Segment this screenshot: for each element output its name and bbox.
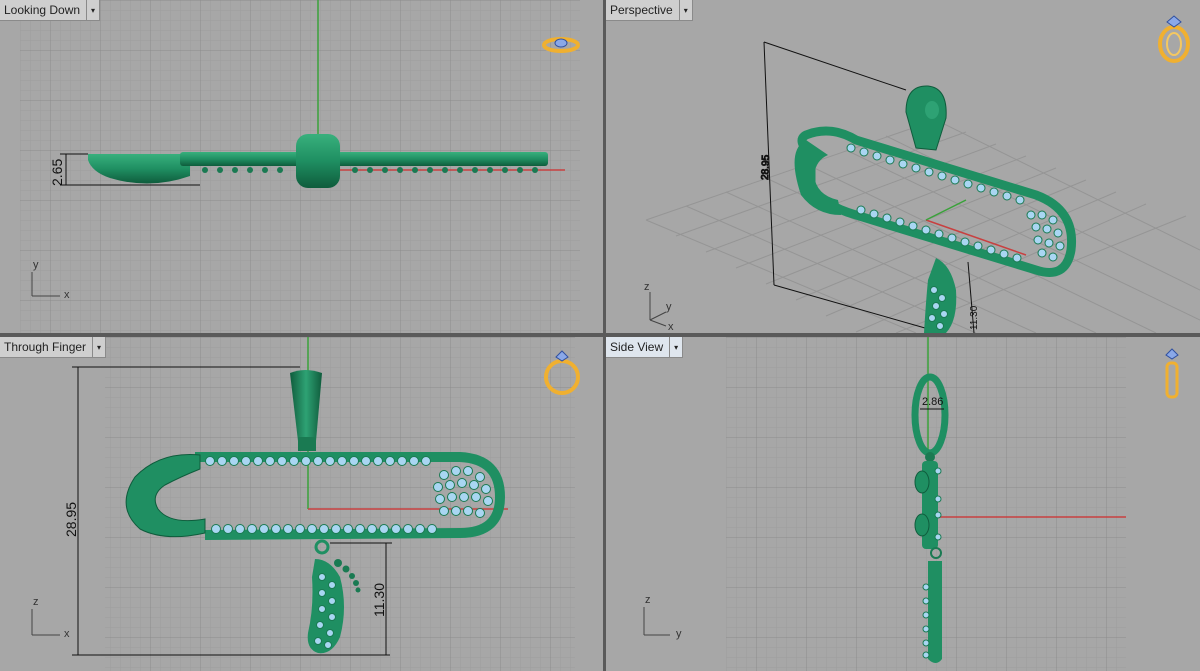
gem-cluster-end <box>1026 210 1065 262</box>
dimension-charm[interactable]: 11.30 <box>967 261 980 333</box>
viewport-through-finger[interactable]: 28.95 11.30 z x Through Finger ▾ <box>0 337 603 671</box>
viewport-title[interactable]: Perspective <box>606 0 679 20</box>
axis-gizmo: z y x <box>644 281 674 333</box>
svg-text:y: y <box>666 301 672 313</box>
through-finger-scene[interactable]: 28.95 11.30 z x <box>0 337 603 671</box>
viewport-menu-arrow-icon[interactable]: ▾ <box>86 0 99 20</box>
pin-head-bulge-bottom <box>914 513 930 537</box>
side-view-scene[interactable]: 2.86 z y <box>606 337 1200 671</box>
viewport-tab-side-view[interactable]: Side View ▾ <box>606 337 684 358</box>
svg-text:z: z <box>644 281 650 293</box>
pin-head-bulge-top <box>914 470 930 494</box>
svg-text:x: x <box>64 289 70 301</box>
viewport-tab-perspective[interactable]: Perspective ▾ <box>606 0 693 21</box>
viewport-tab-through-finger[interactable]: Through Finger ▾ <box>0 337 107 358</box>
looking-down-scene[interactable]: 2.65 y x <box>0 0 603 333</box>
viewport-title[interactable]: Looking Down <box>0 0 86 20</box>
viewport-side-view[interactable]: 2.86 z y Side View ▾ <box>606 337 1200 671</box>
viewport-menu-arrow-icon[interactable]: ▾ <box>669 337 682 357</box>
pin-bar-shape <box>180 152 548 166</box>
bail-connector <box>298 437 316 451</box>
dimension-value: 28.95 <box>63 502 79 537</box>
viewport-title[interactable]: Through Finger <box>0 337 92 357</box>
axis-gizmo: z x <box>31 596 70 640</box>
ring-front-view-icon[interactable] <box>540 345 584 397</box>
rhino-four-viewport-layout: 2.65 y x Looking Down ▾ 28.95 11.30 z y … <box>0 0 1200 671</box>
perspective-scene[interactable]: 28.95 11.30 z y x <box>606 0 1200 333</box>
bail-shape <box>296 134 340 188</box>
dimension-value: 2.65 <box>49 159 65 186</box>
dimension-value: 11.30 <box>969 305 980 330</box>
bail-hole <box>925 101 939 119</box>
dimension-bail-width[interactable]: 2.86 <box>920 396 944 410</box>
ring-perspective-icon[interactable] <box>1154 12 1194 64</box>
viewport-perspective[interactable]: 28.95 11.30 z y x Perspective ▾ <box>606 0 1200 333</box>
dimension-value: 28.95 <box>760 154 772 180</box>
svg-text:z: z <box>645 594 651 606</box>
viewport-menu-arrow-icon[interactable]: ▾ <box>678 0 692 20</box>
viewport-menu-arrow-icon[interactable]: ▾ <box>92 337 105 357</box>
dimension-value: 2.86 <box>922 396 943 408</box>
svg-text:y: y <box>676 628 682 640</box>
perspective-grid <box>645 119 1200 333</box>
viewport-looking-down[interactable]: 2.65 y x Looking Down ▾ <box>0 0 603 333</box>
gem-row-top <box>846 143 1025 205</box>
foot-charm-profile <box>928 561 942 663</box>
axis-gizmo: z y <box>643 594 682 640</box>
dimension-value: 11.30 <box>371 583 387 617</box>
dimension-height[interactable]: 28.95 <box>760 41 933 331</box>
ring-top-view-icon[interactable] <box>540 32 582 56</box>
ring-side-view-icon[interactable] <box>1158 345 1186 403</box>
svg-text:x: x <box>668 321 674 333</box>
bail-connector <box>925 452 935 462</box>
svg-text:z: z <box>33 596 39 608</box>
svg-text:x: x <box>64 628 70 640</box>
svg-text:y: y <box>33 259 39 271</box>
viewport-title[interactable]: Side View <box>606 337 669 357</box>
y-axis-line <box>925 199 967 221</box>
bail-shape <box>905 85 947 151</box>
viewport-tab-looking-down[interactable]: Looking Down ▾ <box>0 0 101 21</box>
